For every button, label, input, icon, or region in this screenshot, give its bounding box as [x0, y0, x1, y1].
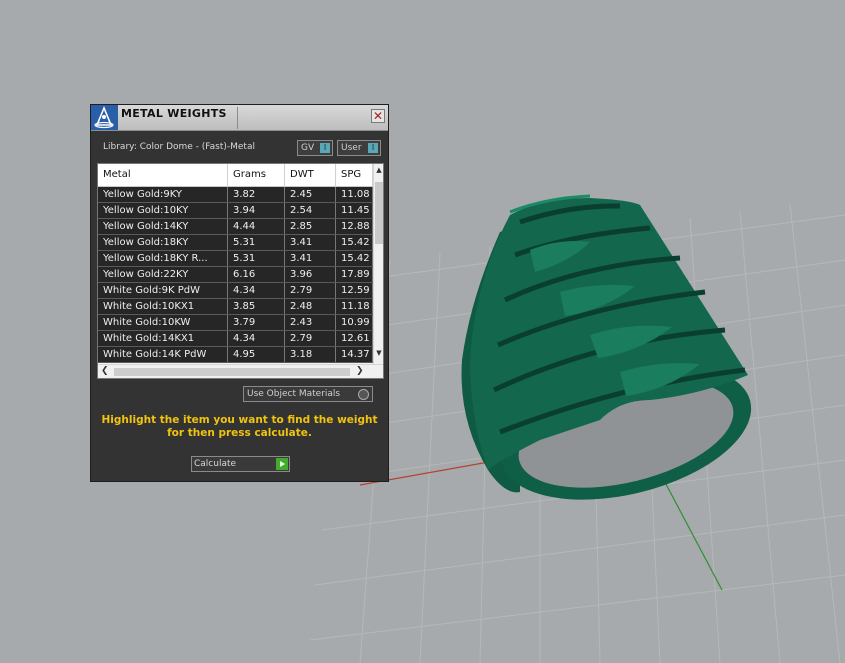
spg-cell: 12.61: [336, 331, 373, 346]
user-toggle[interactable]: User I: [337, 140, 381, 156]
spg-cell: 10.99: [336, 315, 373, 330]
metal-table: Metal Grams DWT SPG Yellow Gold:9KY 3.82 2…: [97, 163, 384, 379]
grams-cell: 3.79: [228, 315, 285, 330]
user-toggle-indicator: I: [368, 143, 378, 153]
table-row[interactable]: Yellow Gold:22KY 6.16 3.96 17.89: [98, 267, 373, 283]
grams-cell: 5.31: [228, 235, 285, 250]
metal-cell: Yellow Gold:22KY: [98, 267, 228, 282]
grams-cell: 6.16: [228, 267, 285, 282]
table-row[interactable]: White Gold:9K PdW 4.34 2.79 12.59: [98, 283, 373, 299]
dwt-cell: 3.96: [285, 267, 336, 282]
table-row[interactable]: Yellow Gold:18KY R... 5.31 3.41 15.42: [98, 251, 373, 267]
user-toggle-label: User: [341, 143, 362, 153]
spg-cell: 17.89: [336, 267, 373, 282]
use-object-materials-option[interactable]: Use Object Materials: [243, 386, 373, 402]
table-row[interactable]: Yellow Gold:9KY 3.82 2.45 11.08: [98, 187, 373, 203]
vertical-scroll-thumb[interactable]: [375, 182, 383, 244]
table-body: Yellow Gold:9KY 3.82 2.45 11.08 Yellow Gold:…: [98, 187, 373, 363]
grams-cell: 3.85: [228, 299, 285, 314]
calculate-button[interactable]: Calculate: [191, 456, 290, 472]
metal-cell: Yellow Gold:18KY R...: [98, 251, 228, 266]
close-icon[interactable]: ✕: [371, 109, 385, 123]
column-header-grams[interactable]: Grams: [228, 164, 285, 186]
title-divider: [237, 107, 238, 129]
metal-cell: White Gold:10KW: [98, 315, 228, 330]
scroll-right-icon[interactable]: ❯: [356, 366, 364, 376]
table-row[interactable]: White Gold:14K PdW 4.95 3.18 14.37: [98, 347, 373, 363]
gv-toggle-label: GV: [301, 143, 315, 153]
instruction-text: Highlight the item you want to find the …: [101, 414, 378, 439]
grams-cell: 4.34: [228, 283, 285, 298]
grams-cell: 3.82: [228, 187, 285, 202]
spg-cell: 12.59: [336, 283, 373, 298]
metal-cell: White Gold:9K PdW: [98, 283, 228, 298]
spg-cell: 11.08: [336, 187, 373, 202]
table-row[interactable]: Yellow Gold:18KY 5.31 3.41 15.42: [98, 235, 373, 251]
table-row[interactable]: Yellow Gold:14KY 4.44 2.85 12.88: [98, 219, 373, 235]
horizontal-scroll-thumb[interactable]: [114, 368, 350, 376]
metal-cell: White Gold:14K PdW: [98, 347, 228, 362]
table-row[interactable]: White Gold:10KX1 3.85 2.48 11.18: [98, 299, 373, 315]
metal-cell: Yellow Gold:18KY: [98, 235, 228, 250]
vertical-scrollbar[interactable]: ▲ ▼: [373, 164, 383, 364]
spg-cell: 15.42: [336, 235, 373, 250]
grams-cell: 4.44: [228, 219, 285, 234]
dome-logo-icon: [91, 105, 118, 130]
gv-toggle[interactable]: GV I: [297, 140, 333, 156]
metal-cell: White Gold:10KX1: [98, 299, 228, 314]
dwt-cell: 2.79: [285, 331, 336, 346]
column-header-metal[interactable]: Metal: [98, 164, 228, 186]
use-object-materials-label: Use Object Materials: [247, 389, 341, 399]
scroll-down-icon[interactable]: ▼: [374, 349, 383, 357]
spg-cell: 12.88: [336, 219, 373, 234]
table-row[interactable]: White Gold:14KX1 4.34 2.79 12.61: [98, 331, 373, 347]
grams-cell: 3.94: [228, 203, 285, 218]
grams-cell: 4.95: [228, 347, 285, 362]
metal-cell: Yellow Gold:14KY: [98, 219, 228, 234]
table-row[interactable]: White Gold:10KW 3.79 2.43 10.99: [98, 315, 373, 331]
spg-cell: 14.37: [336, 347, 373, 362]
column-header-spg[interactable]: SPG: [336, 164, 373, 186]
dwt-cell: 2.45: [285, 187, 336, 202]
scroll-up-icon[interactable]: ▲: [374, 166, 383, 174]
use-object-materials-radio[interactable]: [358, 389, 369, 400]
metal-cell: White Gold:14KX1: [98, 331, 228, 346]
calculate-label: Calculate: [194, 459, 237, 469]
scroll-left-icon[interactable]: ❮: [101, 366, 109, 376]
play-arrow-icon: [276, 458, 288, 470]
panel-title: METAL WEIGHTS: [121, 107, 227, 120]
grams-cell: 4.34: [228, 331, 285, 346]
dwt-cell: 2.48: [285, 299, 336, 314]
dwt-cell: 2.43: [285, 315, 336, 330]
table-header: Metal Grams DWT SPG: [98, 164, 373, 187]
gv-toggle-indicator: I: [320, 143, 330, 153]
dwt-cell: 2.85: [285, 219, 336, 234]
horizontal-scrollbar[interactable]: ❮ ❯: [98, 364, 383, 378]
metal-cell: Yellow Gold:10KY: [98, 203, 228, 218]
library-label: Library: Color Dome - (Fast)-Metal: [103, 142, 255, 152]
table-row[interactable]: Yellow Gold:10KY 3.94 2.54 11.45: [98, 203, 373, 219]
dwt-cell: 2.54: [285, 203, 336, 218]
dwt-cell: 2.79: [285, 283, 336, 298]
metal-weights-panel: METAL WEIGHTS ✕ Library: Color Dome - (F…: [90, 104, 389, 482]
grams-cell: 5.31: [228, 251, 285, 266]
metal-cell: Yellow Gold:9KY: [98, 187, 228, 202]
spg-cell: 11.45: [336, 203, 373, 218]
dwt-cell: 3.18: [285, 347, 336, 362]
panel-titlebar[interactable]: METAL WEIGHTS ✕: [91, 105, 388, 131]
column-header-dwt[interactable]: DWT: [285, 164, 336, 186]
spg-cell: 15.42: [336, 251, 373, 266]
dwt-cell: 3.41: [285, 235, 336, 250]
ring-model[interactable]: [461, 194, 766, 523]
dwt-cell: 3.41: [285, 251, 336, 266]
spg-cell: 11.18: [336, 299, 373, 314]
